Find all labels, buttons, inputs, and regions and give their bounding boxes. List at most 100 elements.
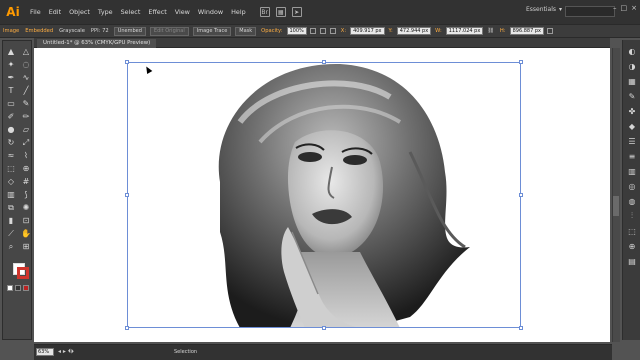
blend-icon[interactable]: ⧉ [5,203,17,213]
gradient-icon[interactable]: ▥ [5,190,17,200]
stroke-icon[interactable]: ≡ [626,151,638,161]
rotate-icon[interactable]: ↻ [5,138,17,148]
color-guide-icon[interactable]: ◑ [626,61,638,71]
line-icon[interactable]: ╱ [20,86,32,96]
edit-original-button[interactable]: Edit Original [149,26,189,36]
artboard-navigation[interactable]: ◂ ▸ ⏴⏵ [58,348,74,356]
image-trace-button[interactable]: Image Trace [192,26,232,36]
hand-icon[interactable]: ✋ [20,229,32,239]
scale-icon[interactable]: ⤢ [20,138,32,148]
color-button[interactable] [7,285,13,291]
warp-icon[interactable]: ⌇ [20,151,32,161]
zoom-field[interactable]: 63% [36,348,54,356]
align-icon[interactable]: ⫶ [626,211,638,221]
direct-selection-icon[interactable]: △ [20,47,32,57]
vertical-scroll-thumb[interactable] [613,196,619,216]
pen-icon[interactable]: ✒ [5,73,17,83]
publish-icon[interactable]: ➤ [291,7,302,17]
graphic-styles-icon[interactable]: ◆ [626,121,638,131]
artboard-icon[interactable]: ⊡ [20,216,32,226]
menu-file[interactable]: File [26,8,45,16]
minimize-icon[interactable]: – [613,4,617,12]
zoom-icon[interactable]: ⌕ [5,242,17,252]
close-icon[interactable]: × [631,4,637,12]
width-icon[interactable]: ≈ [5,151,17,161]
column-graph-icon[interactable]: ▮ [5,216,17,226]
align-icon[interactable] [319,28,326,34]
arrange-documents-icon[interactable]: ▦ [275,7,286,17]
maximize-icon[interactable]: □ [621,4,628,12]
menu-select[interactable]: Select [117,8,145,16]
menu-effect[interactable]: Effect [144,8,170,16]
shape-builder-icon[interactable]: ⊕ [20,164,32,174]
opacity-field[interactable]: 100% [286,27,307,35]
recolor-icon[interactable] [309,28,316,34]
swatches-icon[interactable]: ▦ [626,76,638,86]
link-icon[interactable]: ⛓ [484,28,497,34]
curvature-icon[interactable]: ∿ [20,73,32,83]
symbol-sprayer-icon[interactable]: ✺ [20,203,32,213]
eyedropper-icon[interactable]: ⟆ [20,190,32,200]
menu-type[interactable]: Type [94,8,117,16]
rectangle-icon[interactable]: ▭ [5,99,17,109]
resize-handle-top-left[interactable] [125,60,129,64]
layers-icon[interactable]: ☰ [626,136,638,146]
libraries-icon[interactable]: ▤ [626,256,638,266]
appearance-icon[interactable]: ◍ [626,196,638,206]
resize-handle-top[interactable] [322,60,326,64]
none-button[interactable] [23,285,29,291]
stroke-swatch[interactable] [17,267,29,279]
status-readout[interactable]: Selection [174,349,197,355]
w-field[interactable]: 1117.024 px [445,27,484,35]
search-input[interactable] [565,6,615,17]
selection-arrow-icon[interactable]: ▲ [5,47,17,57]
lasso-icon[interactable]: ◌ [20,60,32,70]
resize-handle-left[interactable] [125,193,129,197]
menu-help[interactable]: Help [227,8,250,16]
resize-handle-top-right[interactable] [519,60,523,64]
resize-handle-right[interactable] [519,193,523,197]
panel-menu-icon[interactable] [546,28,553,34]
menu-object[interactable]: Object [65,8,94,16]
print-tiling-icon[interactable]: ⊞ [20,242,32,252]
eraser-icon[interactable]: ▱ [20,125,32,135]
brushes-icon[interactable]: ✎ [626,91,638,101]
control-embedded-link[interactable]: Embedded [22,28,56,34]
mask-button[interactable]: Mask [235,26,257,36]
chevron-down-icon[interactable]: ▾ [559,6,562,13]
menu-view[interactable]: View [171,8,194,16]
symbols-icon[interactable]: ✤ [626,106,638,116]
resize-handle-bottom-left[interactable] [125,326,129,330]
paintbrush-icon[interactable]: ✎ [20,99,32,109]
workspace-switcher[interactable]: Essentials [526,6,556,13]
y-field[interactable]: 472.944 px [396,27,432,35]
resize-handle-bottom-right[interactable] [519,326,523,330]
pathfinder-icon[interactable]: ⊕ [626,241,638,251]
document-tab[interactable]: Untitled-1* @ 63% (CMYK/GPU Preview) [37,39,157,48]
opacity-label[interactable]: Opacity: [258,28,285,34]
type-icon[interactable]: T [5,86,17,96]
free-transform-icon[interactable]: ⬚ [5,164,17,174]
transform-icon[interactable]: ⬚ [626,226,638,236]
magic-wand-icon[interactable]: ✦ [5,60,17,70]
blob-brush-icon[interactable]: ● [5,125,17,135]
transparency-icon[interactable]: ◎ [626,181,638,191]
resize-handle-bottom[interactable] [322,326,326,330]
x-field[interactable]: 409.917 px [350,27,385,35]
bridge-icon[interactable]: Br [259,7,270,17]
gradient-icon[interactable]: ▥ [626,166,638,176]
color-icon[interactable]: ◐ [626,46,638,56]
selection-bounding-box[interactable] [127,62,521,328]
menu-window[interactable]: Window [194,8,227,16]
shaper-icon[interactable]: ✐ [5,112,17,122]
pencil-icon[interactable]: ✏ [20,112,32,122]
h-field[interactable]: 896.887 px [509,27,544,35]
gradient-button[interactable] [15,285,21,291]
slice-icon[interactable]: ⟋ [5,229,17,239]
perspective-icon[interactable]: ◇ [5,177,17,187]
transform-icon[interactable] [329,28,336,34]
mesh-icon[interactable]: # [20,177,32,187]
unembed-button[interactable]: Unembed [113,26,146,36]
vertical-scrollbar[interactable] [612,48,620,342]
menu-edit[interactable]: Edit [45,8,65,16]
